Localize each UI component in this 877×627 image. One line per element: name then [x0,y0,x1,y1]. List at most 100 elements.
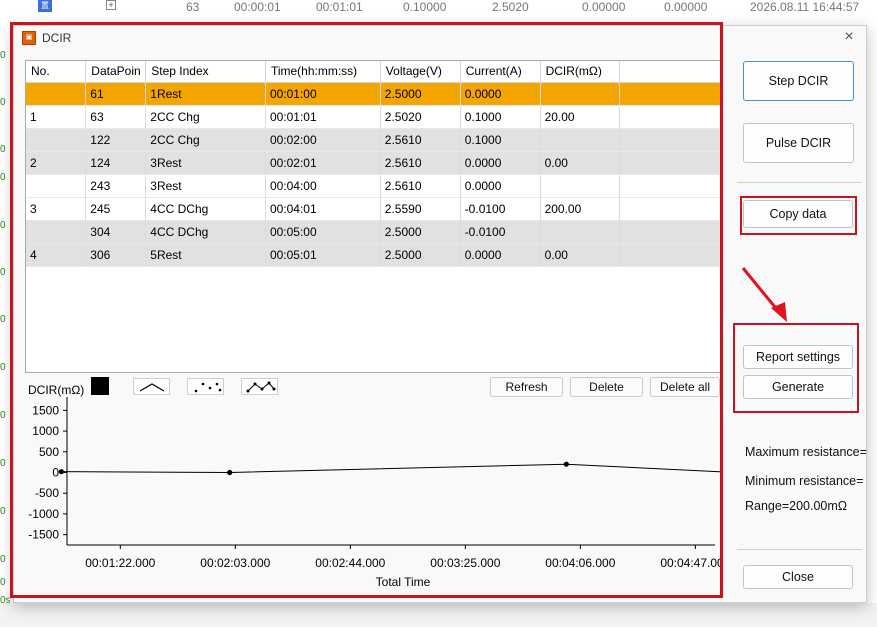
cell-time: 00:02:01 [265,151,381,175]
cell-filler [619,82,721,106]
column-header-step-index[interactable]: Step Index [145,61,266,83]
cell-no: 2 [26,151,87,175]
cell-voltage: 2.5610 [380,174,461,198]
x-tick-label: 00:01:22.000 [85,556,155,570]
cell-filler [619,174,721,198]
x-tick-label: 00:04:47.000 [660,556,722,570]
bg-cell: 00:01:01 [316,0,363,14]
bg-cell: 0.00000 [664,0,708,14]
cell-filler [619,197,721,221]
cell-step: 1Rest [145,82,266,106]
generate-button[interactable]: Generate [743,375,853,399]
cell-datapoint: 63 [85,105,147,129]
x-axis-label: Total Time [376,575,431,589]
bg-edge-text: 0 [0,362,6,373]
cell-no: 4 [26,243,87,267]
background-table-strip: 置 + 63 00:00:01 00:01:01 0.10000 2.5020 … [0,0,877,22]
column-header-time[interactable]: Time(hh:mm:ss) [265,61,381,83]
cell-time: 00:04:00 [265,174,381,198]
cell-no [26,82,87,106]
divider [737,549,862,550]
cell-no [26,220,87,244]
cell-voltage: 2.5000 [380,243,461,267]
cell-time: 00:01:00 [265,82,381,106]
background-bottom-bar [0,603,877,627]
y-tick-label: 1500 [32,403,59,417]
cell-step: 3Rest [145,174,266,198]
cell-current: 0.1000 [460,105,541,129]
cell-filler [619,105,721,129]
cell-current: 0.0000 [460,243,541,267]
close-icon[interactable]: × [840,28,858,46]
table-row[interactable]: 1 63 2CC Chg 00:01:01 2.5020 0.1000 20.0… [26,105,721,129]
x-tick-label: 00:02:44.000 [315,556,385,570]
cell-step: 2CC Chg [145,105,266,129]
bg-cell: 0.00000 [582,0,626,14]
cell-dcir [540,174,621,198]
bg-edge-text: 0 [0,554,6,565]
bg-cell: 00:00:01 [234,0,281,14]
cell-voltage: 2.5610 [380,151,461,175]
bg-edge-text: 0 [0,410,6,421]
report-settings-button[interactable]: Report settings [743,345,853,369]
range-text: Range=200.00mΩ [745,499,848,513]
column-header-dcir[interactable]: DCIR(mΩ) [540,61,621,83]
cell-current: 0.0000 [460,174,541,198]
column-header-datapoint[interactable]: DataPoin [85,61,147,83]
data-point [58,469,64,475]
cell-voltage: 2.5590 [380,197,461,221]
expand-icon[interactable]: + [106,0,116,10]
bg-edge-text: 0 [0,577,6,588]
cell-step: 5Rest [145,243,266,267]
bg-cell: 0.10000 [403,0,447,14]
cell-current: 0.0000 [460,82,541,106]
table-row[interactable]: 243 3Rest 00:04:00 2.5610 0.0000 [26,174,721,198]
background-left-edge: 0 0 0 0 0 0 0 0 0 0 0 0 0 0s [0,22,11,627]
cell-filler [619,151,721,175]
dcir-app-icon: ▣ [22,31,36,45]
bg-cell: 2.5020 [492,0,529,14]
cell-datapoint: 243 [85,174,147,198]
step-dcir-button[interactable]: Step DCIR [743,61,854,101]
bg-edge-text: 0 [0,506,6,517]
table-row[interactable]: 304 4CC DChg 00:05:00 2.5000 -0.0100 [26,220,721,244]
column-header-no[interactable]: No. [26,61,87,83]
table-row[interactable]: 61 1Rest 00:01:00 2.5000 0.0000 [26,82,721,106]
pulse-dcir-button[interactable]: Pulse DCIR [743,123,854,163]
cell-time: 00:04:01 [265,197,381,221]
minimum-resistance-text: Minimum resistance= [745,474,864,488]
column-header-filler [619,61,721,83]
cell-no: 3 [26,197,87,221]
data-point [563,461,569,467]
red-arrow-icon [741,267,787,322]
table-row[interactable]: 4 306 5Rest 00:05:01 2.5000 0.0000 0.00 [26,243,721,267]
cell-datapoint: 245 [85,197,147,221]
series-line [61,463,722,474]
copy-data-button[interactable]: Copy data [743,200,853,228]
cell-no [26,174,87,198]
table-row[interactable]: 3 245 4CC DChg 00:04:01 2.5590 -0.0100 2… [26,197,721,221]
dialog-title: DCIR [42,31,72,45]
bg-cell: 63 [186,0,200,14]
cell-no: 1 [26,105,87,129]
y-tick-label: -1500 [28,528,59,542]
cell-datapoint: 304 [85,220,147,244]
dialog-titlebar[interactable]: ▣ DCIR × [14,26,866,50]
y-tick-label: -500 [35,486,59,500]
table-row[interactable]: 122 2CC Chg 00:02:00 2.5610 0.1000 [26,128,721,152]
cell-voltage: 2.5020 [380,105,461,129]
table-row[interactable]: 2 124 3Rest 00:02:01 2.5610 0.0000 0.00 [26,151,721,175]
column-header-current[interactable]: Current(A) [460,61,541,83]
column-header-voltage[interactable]: Voltage(V) [380,61,461,83]
cell-voltage: 2.5000 [380,220,461,244]
cell-step: 2CC Chg [145,128,266,152]
y-tick-label: 0 [52,466,59,480]
dcir-chart[interactable]: 1500 1000 500 0 -500 -1000 -1500 00:01:22.000 00… [25,375,722,595]
bg-edge-text: 0 [0,172,6,183]
cell-time: 00:05:00 [265,220,381,244]
cell-step: 4CC DChg [145,220,266,244]
cell-time: 00:01:01 [265,105,381,129]
dcir-table[interactable]: No. DataPoin Step Index Time(hh:mm:ss) V… [25,60,722,373]
cell-datapoint: 306 [85,243,147,267]
close-button[interactable]: Close [743,565,853,589]
